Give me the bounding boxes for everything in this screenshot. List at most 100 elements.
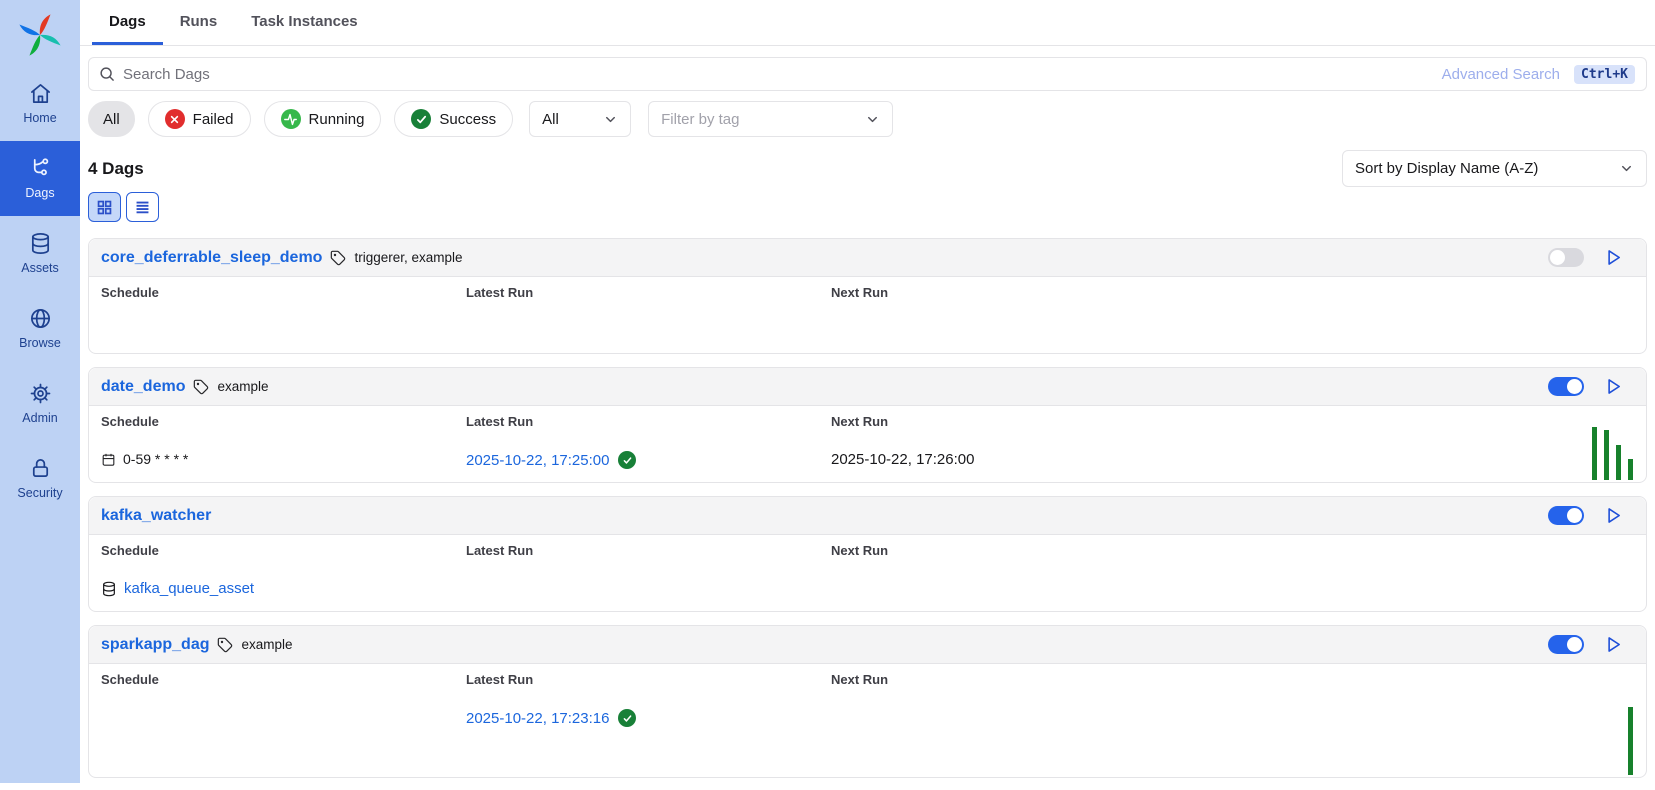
- sidebar-item-label: Home: [23, 111, 56, 125]
- advanced-search-link[interactable]: Advanced Search: [1442, 66, 1560, 83]
- tab-task-instances[interactable]: Task Instances: [234, 0, 374, 45]
- run-bar[interactable]: [1628, 707, 1633, 775]
- dag-card-header: kafka_watcher: [89, 497, 1646, 535]
- dag-card-body: Schedule Latest Run Next Run: [89, 535, 1646, 611]
- dag-tags: example: [241, 637, 292, 652]
- dag-card-header: core_deferrable_sleep_demo triggerer, ex…: [89, 239, 1646, 277]
- dag-card-body: Schedule Latest Run Next Run: [89, 277, 1646, 353]
- schedule-cron-text: 0-59 * * * *: [123, 451, 188, 467]
- sidebar: Home Dags Assets Browse Admin Security: [0, 0, 80, 783]
- dag-tags: triggerer, example: [354, 250, 462, 265]
- latest-run-value: 2025-10-22, 17:23:16: [466, 709, 636, 727]
- dag-card-sparkapp_dag: sparkapp_dag example Schedule Latest Run…: [88, 625, 1647, 778]
- latest-run-cell: 2025-10-22, 17:25:00: [466, 451, 831, 472]
- latest-run-link[interactable]: 2025-10-22, 17:25:00: [466, 452, 609, 469]
- dag-card-header: sparkapp_dag example: [89, 626, 1646, 664]
- dag-name-link[interactable]: core_deferrable_sleep_demo: [101, 249, 322, 267]
- next-run-cell: [831, 709, 1634, 728]
- next-run-value: 2025-10-22, 17:26:00: [831, 451, 974, 468]
- security-icon: [29, 457, 52, 480]
- paused-filter-value: All: [542, 111, 559, 128]
- dag-count: 4 Dags: [88, 159, 144, 179]
- run-bar[interactable]: [1592, 427, 1597, 480]
- search-icon: [98, 65, 116, 83]
- state-pills: All Failed Running Success: [88, 101, 526, 137]
- schedule-column-label: Schedule: [101, 414, 466, 429]
- trigger-dag-button[interactable]: [1603, 247, 1624, 268]
- schedule-asset-link[interactable]: kafka_queue_asset: [124, 580, 254, 597]
- sidebar-item-browse[interactable]: Browse: [0, 291, 80, 366]
- dag-card-date_demo: date_demo example Schedule Latest Run Ne…: [88, 367, 1647, 483]
- airflow-logo[interactable]: [0, 0, 80, 66]
- sidebar-item-home[interactable]: Home: [0, 66, 80, 141]
- column-labels: Schedule Latest Run Next Run: [101, 285, 1634, 300]
- schedule-column-label: Schedule: [101, 285, 466, 300]
- dag-card-controls: [1548, 505, 1634, 526]
- sidebar-item-dags[interactable]: Dags: [0, 141, 80, 216]
- tag-filter-select[interactable]: Filter by tag: [648, 101, 893, 137]
- trigger-dag-button[interactable]: [1603, 634, 1624, 655]
- sidebar-item-assets[interactable]: Assets: [0, 216, 80, 291]
- paused-filter-select[interactable]: All: [529, 101, 631, 137]
- latest-run-link[interactable]: 2025-10-22, 17:23:16: [466, 710, 609, 727]
- state-filter-label: Failed: [193, 111, 234, 128]
- list-header: 4 Dags Sort by Display Name (A-Z): [88, 150, 1647, 187]
- calendar-icon: [101, 452, 116, 467]
- latest-run-cell: 2025-10-22, 17:23:16: [466, 709, 831, 728]
- next-run-column-label: Next Run: [831, 414, 1634, 429]
- search-input[interactable]: [88, 57, 1647, 91]
- toggle-knob: [1567, 379, 1582, 394]
- tab-dags[interactable]: Dags: [92, 0, 163, 45]
- dag-card-body: Schedule Latest Run Next Run: [89, 664, 1646, 777]
- assets-icon: [29, 232, 52, 255]
- state-filter-label: All: [103, 111, 120, 128]
- play-icon: [1603, 247, 1624, 268]
- dag-pause-toggle[interactable]: [1548, 377, 1584, 396]
- sort-select[interactable]: Sort by Display Name (A-Z): [1342, 150, 1647, 187]
- state-filter-failed[interactable]: Failed: [148, 101, 251, 137]
- next-run-column-label: Next Run: [831, 672, 1634, 687]
- chevron-down-icon: [1619, 161, 1634, 176]
- home-icon: [29, 82, 52, 105]
- x-circle-icon: [165, 109, 185, 129]
- dag-name-link[interactable]: date_demo: [101, 378, 185, 396]
- sidebar-item-admin[interactable]: Admin: [0, 366, 80, 441]
- column-labels: Schedule Latest Run Next Run: [101, 672, 1634, 687]
- latest-run-value: 2025-10-22, 17:25:00: [466, 451, 636, 469]
- run-bar[interactable]: [1616, 445, 1621, 480]
- schedule-cron: 0-59 * * * *: [101, 451, 188, 467]
- column-values: 2025-10-22, 17:23:16: [101, 709, 1634, 728]
- dag-name-link[interactable]: sparkapp_dag: [101, 636, 209, 654]
- tag-filter-placeholder: Filter by tag: [661, 111, 739, 128]
- state-filter-success[interactable]: Success: [394, 101, 513, 137]
- dag-card-controls: [1548, 247, 1634, 268]
- dag-card-controls: [1548, 376, 1634, 397]
- recent-runs-bars: [1628, 707, 1633, 775]
- schedule-cell: 0-59 * * * *: [101, 451, 466, 472]
- sidebar-item-security[interactable]: Security: [0, 441, 80, 516]
- admin-icon: [29, 382, 52, 405]
- success-check-icon: [618, 709, 636, 727]
- state-filter-all[interactable]: All: [88, 101, 135, 137]
- schedule-cell: [101, 709, 466, 728]
- state-filter-running[interactable]: Running: [264, 101, 382, 137]
- search-extras: Advanced Search Ctrl+K: [1442, 57, 1635, 91]
- latest-run-column-label: Latest Run: [466, 285, 831, 300]
- search-bar: Advanced Search Ctrl+K: [88, 57, 1647, 91]
- chevron-down-icon: [603, 112, 618, 127]
- run-bar[interactable]: [1604, 430, 1609, 480]
- card-view-button[interactable]: [88, 192, 121, 222]
- run-bar[interactable]: [1628, 459, 1633, 480]
- grid-icon: [96, 199, 113, 216]
- dag-pause-toggle[interactable]: [1548, 635, 1584, 654]
- tab-runs[interactable]: Runs: [163, 0, 235, 45]
- play-icon: [1603, 505, 1624, 526]
- trigger-dag-button[interactable]: [1603, 376, 1624, 397]
- dag-pause-toggle[interactable]: [1548, 248, 1584, 267]
- dag-name-link[interactable]: kafka_watcher: [101, 507, 211, 525]
- trigger-dag-button[interactable]: [1603, 505, 1624, 526]
- table-view-button[interactable]: [126, 192, 159, 222]
- view-toggles: [88, 192, 1647, 222]
- dags-icon: [29, 157, 52, 180]
- dag-pause-toggle[interactable]: [1548, 506, 1584, 525]
